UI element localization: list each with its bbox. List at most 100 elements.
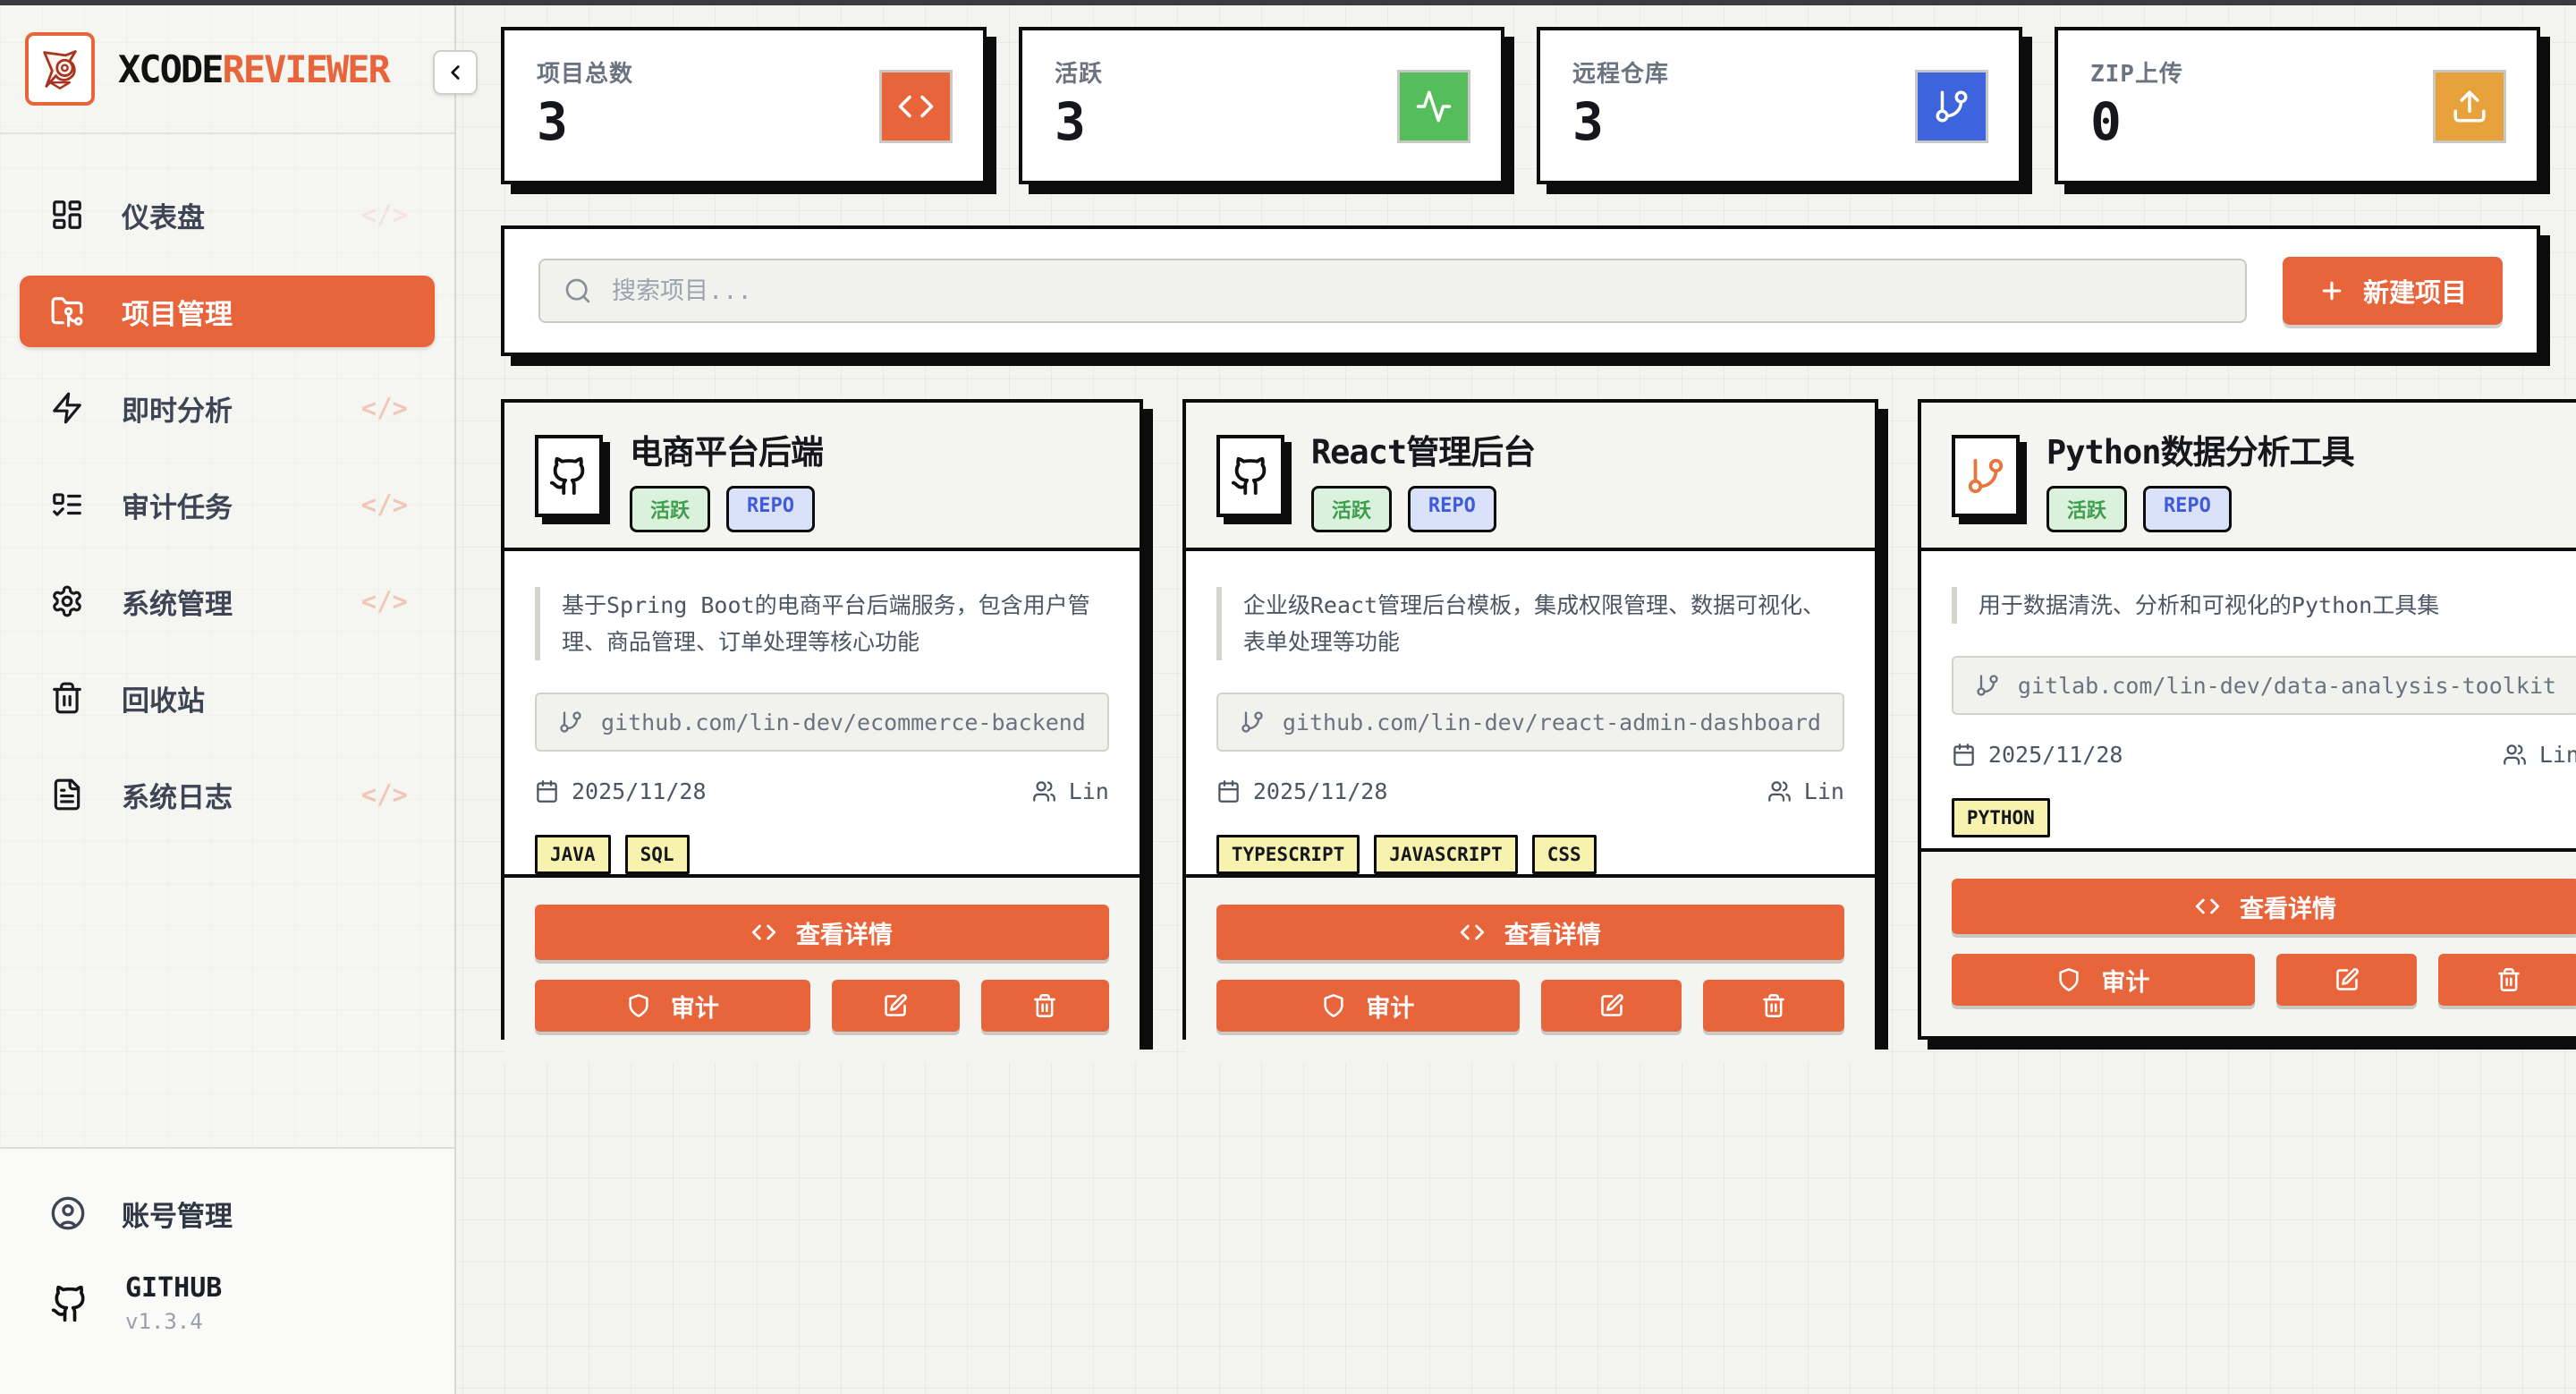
sidebar-github-info[interactable]: GITHUB v1.3.4: [20, 1272, 435, 1334]
sidebar-item-instant-analysis[interactable]: 即时分析 </>: [20, 372, 435, 444]
sidebar-item-label: 即时分析: [122, 388, 233, 429]
calendar-icon: [1216, 779, 1241, 803]
project-card-header: 电商平台后端 活跃 REPO: [504, 403, 1140, 551]
calendar-icon: [1952, 743, 1976, 767]
sidebar-item-system-admin[interactable]: 系统管理 </>: [20, 565, 435, 637]
shield-icon: [1321, 993, 1346, 1018]
delete-button[interactable]: [1703, 980, 1844, 1032]
project-date: 2025/11/28: [1253, 778, 1388, 804]
footer-button-row: 审计: [1216, 980, 1844, 1032]
footer-button-row: 审计: [1952, 954, 2576, 1006]
language-tag: JAVASCRIPT: [1374, 835, 1517, 874]
owner-group: Lin: [2503, 742, 2576, 768]
sidebar-item-label: 仪表盘: [122, 195, 205, 235]
project-title: 电商平台后端: [630, 435, 823, 472]
audit-button[interactable]: 审计: [535, 980, 810, 1032]
search-input[interactable]: [612, 277, 2222, 305]
stat-card-zip-uploads: ZIP上传 0: [2055, 27, 2540, 184]
sidebar: XCODEREVIEWER 仪表盘 </> 项目管理 即时分析 </> 审计任务…: [0, 5, 456, 1394]
owner-group: Lin: [1767, 778, 1844, 804]
sidebar-item-label: 系统日志: [122, 775, 233, 815]
plus-icon: [2318, 277, 2345, 304]
layout-dashboard-icon: [50, 198, 84, 232]
file-text-icon: [50, 778, 84, 812]
edit-button[interactable]: [832, 980, 960, 1032]
github-icon: [1216, 435, 1284, 517]
tag-row: TYPESCRIPT JAVASCRIPT CSS: [1216, 835, 1844, 874]
language-tag: CSS: [1532, 835, 1597, 874]
code-icon: [2195, 894, 2220, 919]
repo-url-box: github.com/lin-dev/ecommerce-backend: [535, 693, 1109, 752]
status-badge: 活跃: [630, 486, 710, 532]
brand-logo: [25, 32, 95, 106]
sidebar-item-projects[interactable]: 项目管理: [20, 276, 435, 347]
github-text-block: GITHUB v1.3.4: [125, 1272, 222, 1334]
stat-card-active: 活跃 3: [1019, 27, 1504, 184]
github-label: GITHUB: [125, 1272, 222, 1304]
code-watermark-icon: </>: [361, 200, 408, 230]
list-todo-icon: [50, 488, 84, 522]
edit-pen-icon: [2334, 967, 2360, 992]
search-box: [538, 259, 2247, 323]
view-details-button[interactable]: 查看详情: [1216, 905, 1844, 960]
meta-row: 2025/11/28 Lin: [1952, 742, 2576, 768]
stats-row: 项目总数 3 活跃 3 远程仓库 3 ZIP上: [501, 27, 2540, 184]
footer-button-row: 审计: [535, 980, 1109, 1032]
calendar-icon: [535, 779, 559, 803]
sidebar-bottom: 账号管理 GITHUB v1.3.4: [0, 1147, 454, 1394]
project-card-footer: 查看详情 审计: [1921, 848, 2576, 1036]
repo-badge: REPO: [1408, 486, 1496, 532]
repo-badge: REPO: [2143, 486, 2232, 532]
shield-icon: [626, 993, 651, 1018]
badge-row: 活跃 REPO: [1311, 486, 1535, 532]
projects-grid: 电商平台后端 活跃 REPO 基于Spring Boot的电商平台后端服务，包含…: [501, 399, 2540, 1040]
date-group: 2025/11/28: [535, 778, 707, 804]
project-card-body: 用于数据清洗、分析和可视化的Python工具集 gitlab.com/lin-d…: [1921, 551, 2576, 848]
sidebar-item-label: 项目管理: [122, 292, 233, 332]
code-watermark-icon: </>: [361, 489, 408, 520]
edit-button[interactable]: [2276, 954, 2418, 1006]
audit-button[interactable]: 审计: [1216, 980, 1520, 1032]
app-root: XCODEREVIEWER 仪表盘 </> 项目管理 即时分析 </> 审计任务…: [0, 0, 2576, 1394]
account-label: 账号管理: [122, 1194, 233, 1234]
new-project-label: 新建项目: [2363, 272, 2467, 310]
github-icon: [50, 1284, 89, 1323]
sidebar-collapse-button[interactable]: [433, 50, 478, 95]
status-badge: 活跃: [2046, 486, 2127, 532]
project-card-react-admin: React管理后台 活跃 REPO 企业级React管理后台模板，集成权限管理、…: [1182, 399, 1878, 1040]
sidebar-item-label: 回收站: [122, 678, 205, 718]
stat-card-remote-repos: 远程仓库 3: [1537, 27, 2022, 184]
badge-row: 活跃 REPO: [2046, 486, 2354, 532]
project-title-block: 电商平台后端 活跃 REPO: [630, 435, 823, 532]
delete-button[interactable]: [981, 980, 1109, 1032]
audit-button[interactable]: 审计: [1952, 954, 2255, 1006]
sidebar-item-recycle-bin[interactable]: 回收站: [20, 662, 435, 734]
brand-wordmark: XCODEREVIEWER: [118, 47, 389, 91]
project-card-footer: 查看详情 审计: [504, 874, 1140, 1062]
project-card-body: 基于Spring Boot的电商平台后端服务，包含用户管理、商品管理、订单处理等…: [504, 551, 1140, 874]
trash-icon: [2496, 967, 2521, 992]
new-project-button[interactable]: 新建项目: [2283, 257, 2503, 325]
sidebar-item-system-logs[interactable]: 系统日志 </>: [20, 759, 435, 830]
sidebar-spacer: [0, 830, 454, 1147]
sidebar-item-dashboard[interactable]: 仪表盘 </>: [20, 179, 435, 251]
view-details-label: 查看详情: [1504, 915, 1601, 950]
users-icon: [1032, 779, 1056, 803]
view-details-button[interactable]: 查看详情: [1952, 879, 2576, 934]
project-description: 企业级React管理后台模板，集成权限管理、数据可视化、表单处理等功能: [1216, 587, 1844, 660]
edit-button[interactable]: [1541, 980, 1682, 1032]
zap-icon: [50, 391, 84, 425]
search-icon: [564, 276, 592, 305]
user-circle-icon: [50, 1195, 86, 1231]
delete-button[interactable]: [2438, 954, 2576, 1006]
project-title-block: React管理后台 活跃 REPO: [1311, 435, 1535, 532]
repo-url: gitlab.com/lin-dev/data-analysis-toolkit: [2018, 673, 2556, 699]
sidebar-item-audit-tasks[interactable]: 审计任务 </>: [20, 469, 435, 540]
audit-label: 审计: [2101, 963, 2149, 998]
project-date: 2025/11/28: [572, 778, 707, 804]
code-watermark-icon: </>: [361, 393, 408, 423]
view-details-button[interactable]: 查看详情: [535, 905, 1109, 960]
sidebar-item-account[interactable]: 账号管理: [20, 1181, 435, 1245]
view-details-label: 查看详情: [796, 915, 893, 950]
github-icon: [535, 435, 603, 517]
